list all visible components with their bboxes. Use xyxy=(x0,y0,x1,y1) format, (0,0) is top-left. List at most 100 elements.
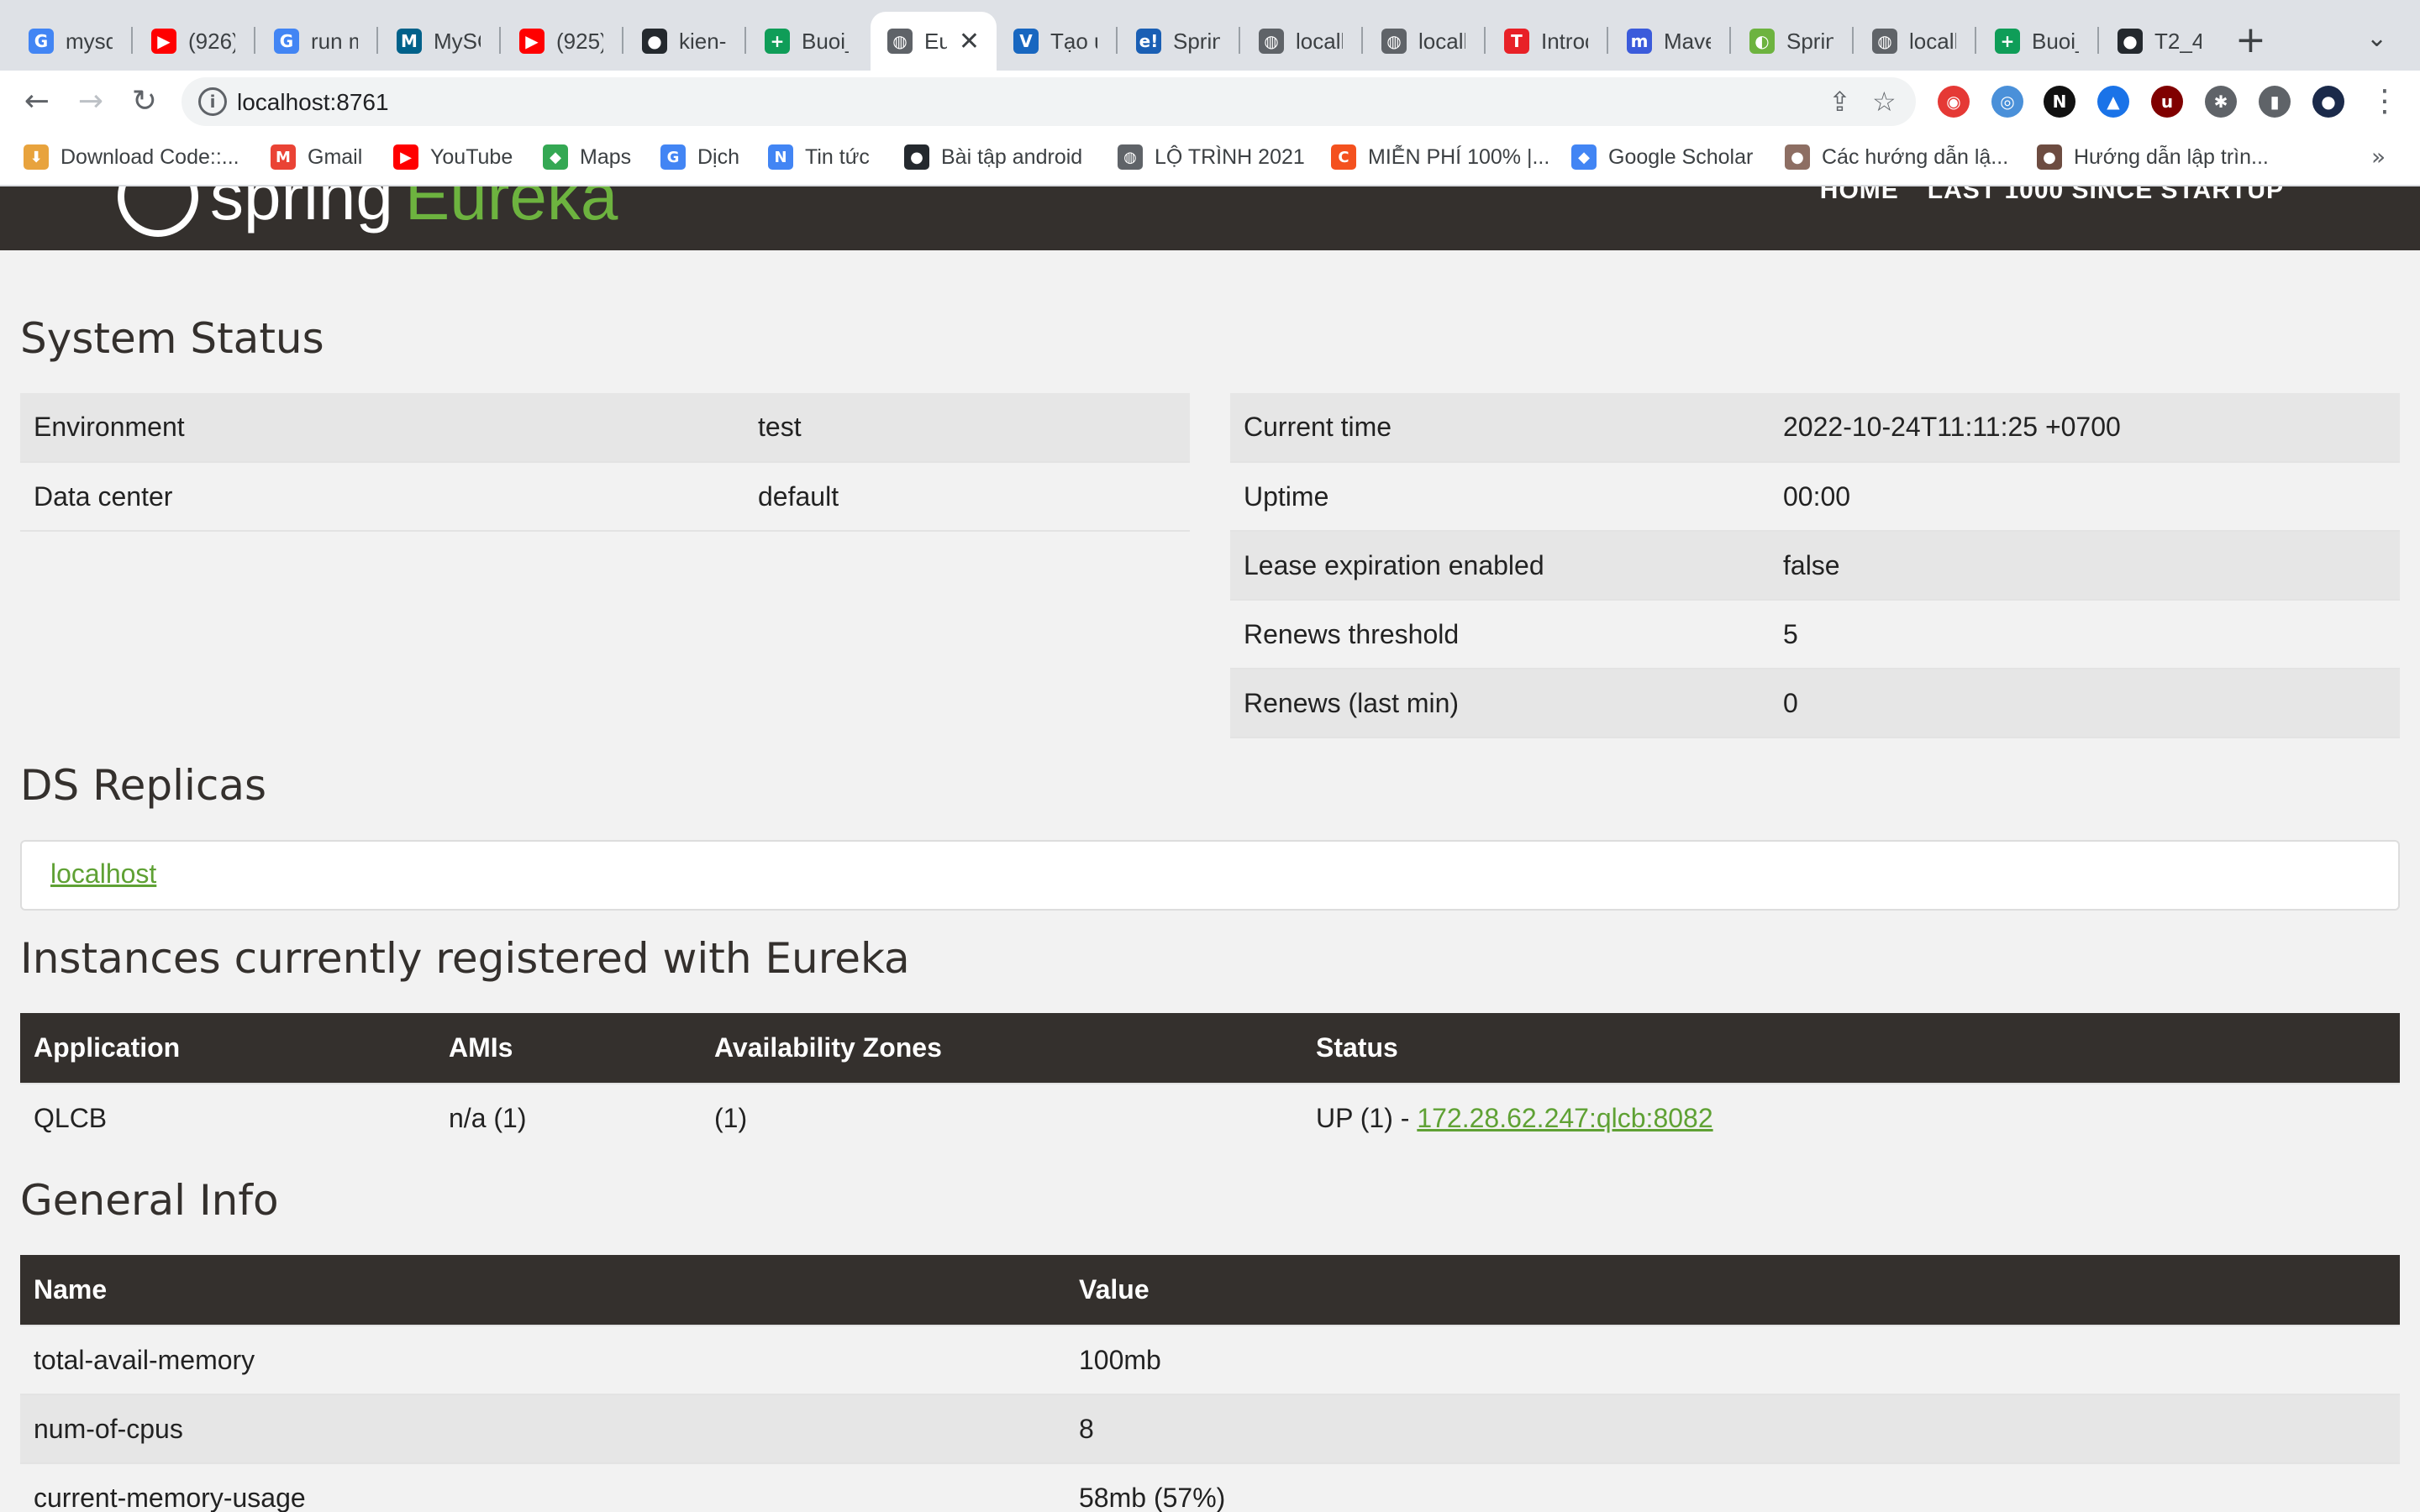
bookmarks-overflow-icon[interactable]: » xyxy=(2371,143,2386,171)
sidepanel-icon[interactable]: ▮ xyxy=(2259,86,2291,118)
tab-search-icon[interactable]: ⌄ xyxy=(2366,24,2387,53)
tab-title: Tạo ứ xyxy=(1050,28,1097,54)
adblock-icon[interactable]: ◉ xyxy=(1938,86,1970,118)
status-value: 00:00 xyxy=(1770,462,2400,532)
nav-last-1000-link[interactable]: LAST 1000 SINCE STARTUP xyxy=(1928,186,2284,205)
browser-tab[interactable]: ● kien-t xyxy=(625,12,743,71)
browser-tab[interactable]: ◐ Spring xyxy=(1733,12,1850,71)
status-row: Environment test xyxy=(20,393,1190,463)
browser-tab[interactable]: V Tạo ứ xyxy=(997,12,1114,71)
table-row: current-memory-usage 58mb (57%) xyxy=(20,1462,2400,1512)
bookmark-item[interactable]: ▶ YouTube xyxy=(393,144,513,170)
browser-tab[interactable]: m Maven xyxy=(1610,12,1728,71)
status-row: Uptime 00:00 xyxy=(1230,462,2400,532)
spring-icon: ◐ xyxy=(1749,29,1775,54)
google-icon: G xyxy=(274,29,299,54)
globe-icon: ◍ xyxy=(1259,29,1284,54)
bookmark-label: MIỄN PHÍ 100% |... xyxy=(1368,144,1550,169)
bookmark-item[interactable]: C MIỄN PHÍ 100% |... xyxy=(1331,144,1549,170)
browser-tab[interactable]: M MySQ xyxy=(380,12,497,71)
back-button[interactable]: ← xyxy=(18,82,55,119)
browser-tab[interactable]: + Buoi_ xyxy=(1978,12,2096,71)
browser-tab[interactable]: T Introd xyxy=(1487,12,1605,71)
tab-separator xyxy=(1852,27,1854,54)
bookmark-item[interactable]: ● Hướng dẫn lập trìn... xyxy=(2037,144,2269,170)
browser-tab[interactable]: ● T2_4 xyxy=(2101,12,2218,71)
column-header: AMIs xyxy=(435,1013,701,1084)
column-header: Value xyxy=(1065,1255,2400,1326)
tab-title: Buoi_ xyxy=(802,28,849,54)
browser-tab[interactable]: ◍ localh xyxy=(1365,12,1482,71)
bookmark-item[interactable]: ● Bài tập android xyxy=(904,144,1082,170)
tab-title: localh xyxy=(1418,28,1465,54)
bookmark-star-icon[interactable]: ☆ xyxy=(1872,86,1897,118)
tab-close-icon[interactable]: ✕ xyxy=(959,27,980,56)
bookmark-label: Google Scholar xyxy=(1608,144,1754,169)
google-icon: G xyxy=(29,29,54,54)
youtube-icon: ▶ xyxy=(519,29,544,54)
info-name-cell: current-memory-usage xyxy=(20,1462,1065,1512)
table-row: QLCB n/a (1) (1) UP (1) - 172.28.62.247:qlc… xyxy=(20,1083,2400,1152)
bookmark-label: Bài tập android xyxy=(941,144,1083,169)
share-icon[interactable]: ⇪ xyxy=(1828,86,1851,118)
profile-avatar[interactable]: ● xyxy=(2312,86,2344,118)
tab-separator xyxy=(1116,27,1118,54)
browser-tab[interactable]: ◍ localh xyxy=(1242,12,1360,71)
new-tab-button[interactable]: + xyxy=(2235,22,2266,59)
bookmark-item[interactable]: ◆ Maps xyxy=(543,144,631,170)
status-row: Lease expiration enabled false xyxy=(1230,531,2400,601)
tab-separator xyxy=(376,27,378,54)
instance-link[interactable]: 172.28.62.247:qlcb:8082 xyxy=(1417,1103,1712,1133)
spring-eureka-logo[interactable]: spring Eureka xyxy=(118,186,618,237)
tab-title: Introd xyxy=(1541,28,1588,54)
sync-icon[interactable]: ◎ xyxy=(1991,86,2023,118)
browser-tab[interactable]: ◍ Eu ✕ xyxy=(871,12,997,71)
bookmark-item[interactable]: ◍ LỘ TRÌNH 2021 xyxy=(1118,144,1305,170)
eureka-page: spring Eureka HOME LAST 1000 SINCE START… xyxy=(0,186,2420,1512)
tab-title: run m xyxy=(311,28,358,54)
status-value: false xyxy=(1770,531,2400,601)
address-bar[interactable]: i localhost:8761 ⇪ ☆ xyxy=(182,77,1916,126)
bookmark-item[interactable]: ◆ Google Scholar xyxy=(1571,144,1753,170)
browser-tab[interactable]: ◍ localh xyxy=(1855,12,1973,71)
browser-tab[interactable]: Gmysql xyxy=(12,12,129,71)
url-text[interactable]: localhost:8761 xyxy=(237,89,389,116)
bookmark-label: Các hướng dẫn lậ... xyxy=(1822,144,2009,169)
bookmark-item[interactable]: ⬇ Download Code::... xyxy=(24,144,239,170)
logo-spring-text: spring xyxy=(210,186,393,234)
bookmark-label: Maps xyxy=(580,144,632,169)
bookmark-item[interactable]: M Gmail xyxy=(271,144,362,170)
site-info-icon[interactable]: i xyxy=(198,87,227,116)
status-row: Renews (last min) 0 xyxy=(1230,669,2400,738)
tab-title: localh xyxy=(1909,28,1956,54)
bookmark-item[interactable]: N Tin tức xyxy=(768,144,870,170)
puzzle-icon[interactable]: ✱ xyxy=(2205,86,2237,118)
bookmark-label: YouTube xyxy=(430,144,513,169)
tab-separator xyxy=(1975,27,1976,54)
bookmark-item[interactable]: ● Các hướng dẫn lậ... xyxy=(1785,144,2008,170)
nav-home-link[interactable]: HOME xyxy=(1820,186,1899,205)
tab-separator xyxy=(254,27,255,54)
browser-tab[interactable]: ▶ (926) xyxy=(134,12,252,71)
github-icon: ● xyxy=(904,144,929,170)
tab-separator xyxy=(622,27,623,54)
replica-localhost-link[interactable]: localhost xyxy=(50,858,156,890)
cursor-icon[interactable]: ▲ xyxy=(2097,86,2129,118)
browser-menu-icon[interactable]: ⋮ xyxy=(2366,82,2403,119)
bookmarks-bar: ⬇ Download Code::... M Gmail ▶ YouTube ◆ Maps G D… xyxy=(0,131,2420,186)
ublock-icon[interactable]: u xyxy=(2151,86,2183,118)
news-icon: N xyxy=(768,144,793,170)
browser-tab[interactable]: e! Spring xyxy=(1119,12,1237,71)
gmail-icon: M xyxy=(271,144,296,170)
forward-button[interactable]: → xyxy=(72,82,109,119)
browser-tab[interactable]: ▶ (925) xyxy=(502,12,620,71)
tesla-icon: T xyxy=(1504,29,1529,54)
browser-tab[interactable]: + Buoi_ xyxy=(748,12,865,71)
column-header: Name xyxy=(20,1255,1065,1326)
browser-tab[interactable]: Grun m xyxy=(257,12,375,71)
reload-button[interactable]: ↻ xyxy=(126,82,163,119)
status-label: Renews (last min) xyxy=(1230,669,1770,738)
bookmark-item[interactable]: G Dịch xyxy=(660,144,739,170)
tab-title: Spring xyxy=(1786,28,1833,54)
notion-icon[interactable]: N xyxy=(2044,86,2075,118)
